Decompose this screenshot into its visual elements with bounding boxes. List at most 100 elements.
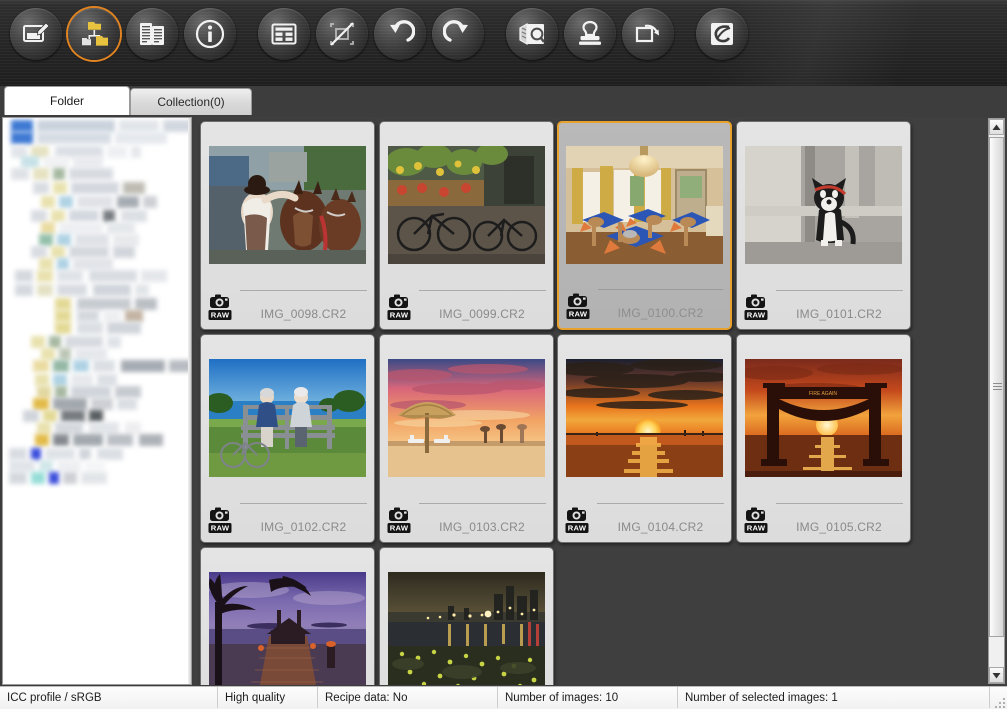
folder-tree-item-redacted[interactable] (121, 210, 147, 222)
folder-tree-item-redacted[interactable] (97, 374, 117, 386)
folder-tree-item-redacted[interactable] (89, 410, 103, 422)
folder-tree-item-redacted[interactable] (41, 222, 55, 234)
folder-tree-item-redacted[interactable] (59, 348, 71, 360)
folder-tree-item-redacted[interactable] (53, 398, 87, 410)
thumbnail-image[interactable]: FIRE AGAIN (744, 359, 902, 477)
folder-tree-item-redacted[interactable] (31, 448, 41, 460)
folder-tree-item-redacted[interactable] (125, 310, 143, 322)
folder-tree-item-redacted[interactable] (11, 168, 29, 180)
folder-tree-item-redacted[interactable] (33, 168, 49, 180)
folder-tree-item-redacted[interactable] (21, 156, 39, 168)
thumbnail-cell[interactable]: FIRE AGAIN RAW IMG_0105.CR2 (735, 334, 911, 543)
folder-tree-item-redacted[interactable] (71, 386, 111, 398)
folder-tree-item-redacted[interactable] (31, 210, 47, 222)
folder-tree-item-redacted[interactable] (57, 258, 69, 270)
folder-tree-item-redacted[interactable] (117, 398, 137, 410)
folder-tree-item-redacted[interactable] (43, 410, 57, 422)
folder-tree-item-redacted[interactable] (55, 322, 71, 334)
folder-tree-item-redacted[interactable] (55, 310, 71, 322)
thumbnail-cell[interactable]: RAW IMG_0099.CR2 (378, 121, 554, 330)
folder-tree-item-redacted[interactable] (41, 348, 55, 360)
toolbar-button-quick-check[interactable] (500, 8, 564, 64)
folder-tree-item-redacted[interactable] (33, 398, 49, 410)
folder-tree-item-redacted[interactable] (73, 360, 89, 372)
folder-tree-item-redacted[interactable] (35, 374, 49, 386)
folder-tree-item-redacted[interactable] (115, 386, 141, 398)
folder-tree-item-redacted[interactable] (139, 434, 163, 446)
thumbnail-cell[interactable]: RAW IMG_0104.CR2 (557, 334, 732, 543)
folder-tree-item-redacted[interactable] (37, 422, 51, 434)
folder-tree-item-redacted[interactable] (9, 460, 35, 472)
folder-tree-item-redacted[interactable] (65, 336, 103, 348)
folder-tree-item-redacted[interactable] (75, 348, 107, 360)
folder-tree-item-redacted[interactable] (69, 210, 99, 222)
thumbnail-cell[interactable]: RAW IMG_0098.CR2 (200, 121, 375, 330)
toolbar-button-folder-view[interactable] (62, 8, 126, 64)
folder-tree-item-redacted[interactable] (97, 448, 123, 460)
folder-tree-item-redacted[interactable] (107, 336, 121, 348)
thumbnail-image[interactable] (744, 146, 902, 264)
thumbnail-image[interactable] (209, 359, 366, 477)
folder-tree-item-redacted[interactable] (91, 398, 113, 410)
thumbnail-image[interactable] (387, 146, 545, 264)
folder-tree-item-redacted[interactable] (75, 234, 109, 246)
folder-tree-item-redacted[interactable] (93, 284, 131, 296)
folder-tree-item-redacted[interactable] (63, 472, 77, 484)
folder-tree-item-redacted[interactable] (61, 410, 85, 422)
folder-tree-item-redacted[interactable] (73, 258, 113, 270)
folder-tree-item-redacted[interactable] (37, 270, 53, 282)
folder-tree-item-redacted[interactable] (57, 270, 83, 282)
toolbar-button-select-all[interactable] (252, 8, 316, 64)
folder-tree-item-redacted[interactable] (53, 374, 67, 386)
folder-tree-item-redacted[interactable] (121, 360, 165, 372)
folder-tree-item-redacted[interactable] (31, 336, 45, 348)
folder-tree-item-redacted[interactable] (115, 132, 167, 144)
thumbnail-cell[interactable] (200, 547, 375, 685)
folder-tree-item-redacted[interactable] (69, 168, 113, 180)
folder-tree-item-redacted[interactable] (53, 182, 67, 194)
folder-tree-item-redacted[interactable] (135, 284, 149, 296)
thumbnail-image[interactable] (387, 572, 545, 685)
folder-tree-item-redacted[interactable] (113, 246, 135, 258)
tab-collection[interactable]: Collection(0) (130, 88, 252, 115)
folder-tree-item-redacted[interactable] (49, 472, 59, 484)
folder-tree-item-redacted[interactable] (51, 246, 65, 258)
folder-tree-item-redacted[interactable] (117, 196, 139, 208)
folder-tree-item-redacted[interactable] (73, 434, 103, 446)
toolbar-button-stamp[interactable] (558, 8, 622, 64)
folder-tree-item-redacted[interactable] (43, 156, 69, 168)
folder-tree-item-redacted[interactable] (57, 460, 81, 472)
folder-tree-item-redacted[interactable] (53, 434, 69, 446)
thumbnail-image[interactable] (209, 572, 366, 685)
thumbnail-cell[interactable]: RAW IMG_0101.CR2 (735, 121, 911, 330)
folder-tree-item-redacted[interactable] (33, 360, 49, 372)
scroll-up-arrow-icon[interactable] (989, 119, 1004, 135)
folder-tree-item-redacted[interactable] (9, 472, 27, 484)
folder-tree-item-redacted[interactable] (35, 434, 49, 446)
folder-tree-item-redacted[interactable] (41, 196, 55, 208)
folder-tree[interactable] (3, 118, 191, 684)
folder-tree-item-redacted[interactable] (79, 448, 91, 460)
folder-tree-item-redacted[interactable] (31, 246, 47, 258)
thumbnail-browser[interactable]: RAW IMG_0098.CR2 RAW IMG_0099.CR2 RAW IM… (194, 117, 1007, 685)
folder-tree-item-redacted[interactable] (59, 222, 103, 234)
toolbar-button-edit-image-window[interactable] (4, 8, 68, 64)
folder-tree-item-redacted[interactable] (11, 132, 33, 144)
folder-tree-item-redacted[interactable] (119, 120, 159, 132)
folder-tree-item-redacted[interactable] (81, 472, 107, 484)
folder-tree-item-redacted[interactable] (143, 196, 157, 208)
folder-tree-item-redacted[interactable] (77, 196, 113, 208)
folder-tree-item-redacted[interactable] (57, 284, 87, 296)
thumbnail-image[interactable] (566, 359, 723, 477)
folder-tree-item-redacted[interactable] (131, 146, 141, 158)
folder-tree-item-redacted[interactable] (71, 182, 119, 194)
folder-tree-item-redacted[interactable] (53, 168, 65, 180)
folder-tree-item-redacted[interactable] (39, 460, 53, 472)
folder-tree-item-redacted[interactable] (37, 386, 51, 398)
folder-tree-item-redacted[interactable] (77, 322, 103, 334)
folder-tree-item-redacted[interactable] (107, 322, 141, 334)
toolbar-button-rotate-right[interactable] (426, 8, 490, 64)
toolbar-button-batch-process[interactable] (690, 8, 754, 64)
thumbnail-cell[interactable]: RAW IMG_0100.CR2 (557, 121, 732, 330)
scroll-thumb[interactable] (989, 137, 1004, 637)
